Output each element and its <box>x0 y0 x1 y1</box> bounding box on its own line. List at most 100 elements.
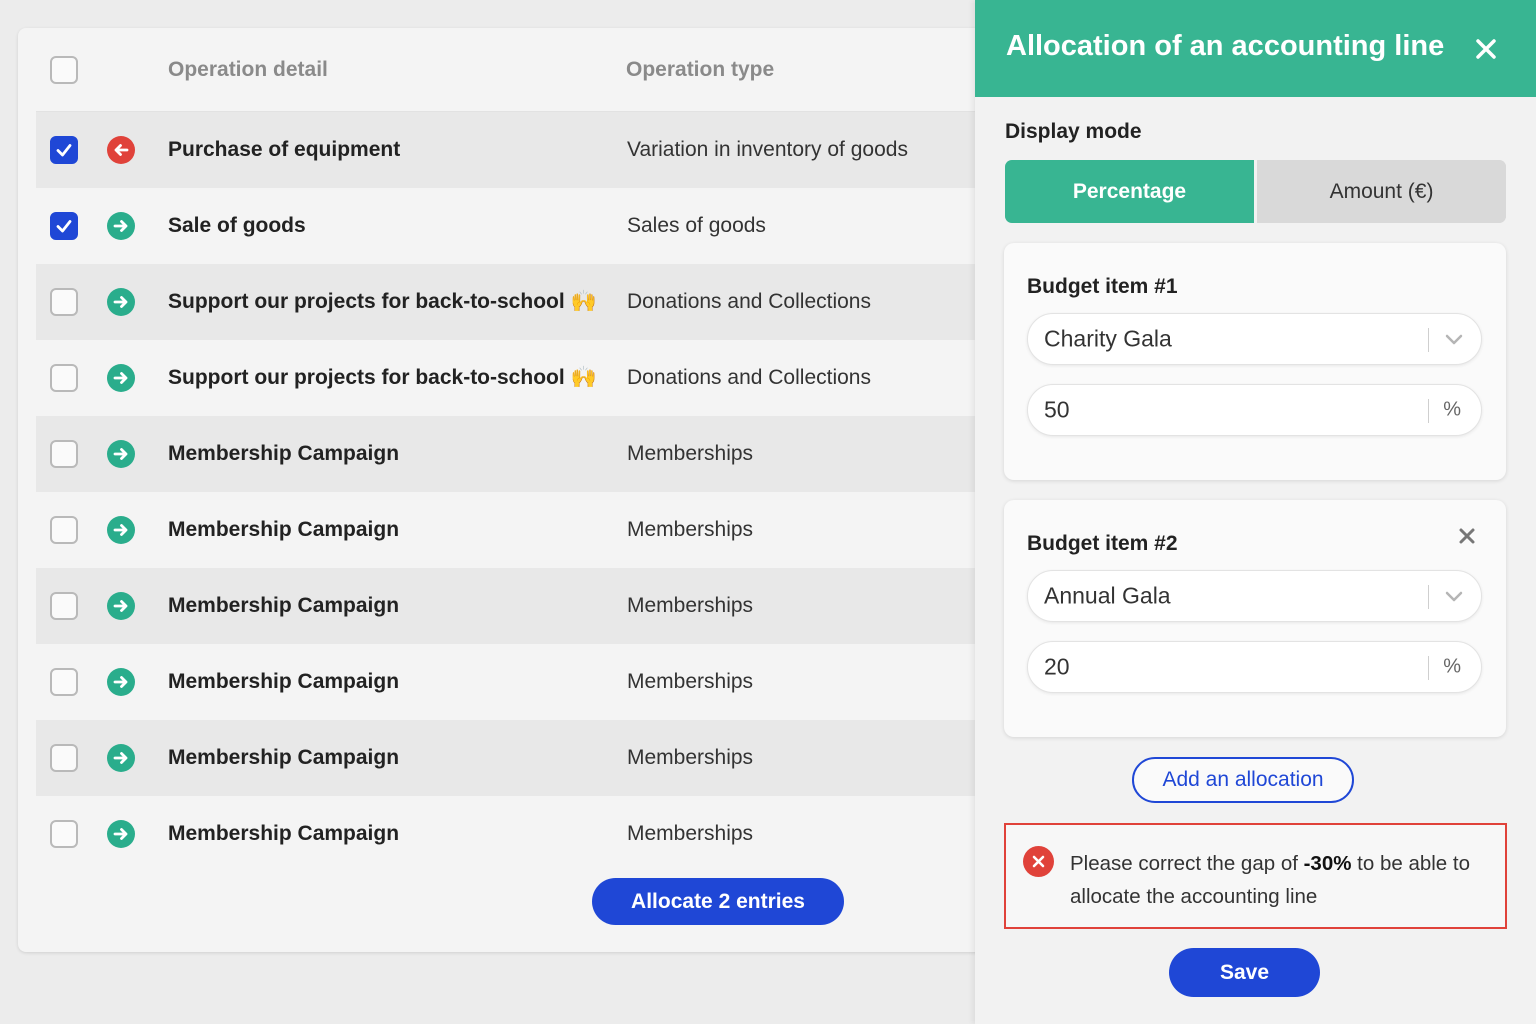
table-row[interactable]: Membership Campaign Memberships <box>36 796 996 872</box>
raised-hands-emoji: 🙌 <box>570 290 597 313</box>
operation-detail-text: Membership Campaign <box>168 442 400 465</box>
chevron-down-icon[interactable] <box>1445 590 1463 608</box>
table-body: Purchase of equipment Variation in invent… <box>36 112 996 872</box>
operation-detail: Membership Campaign <box>168 442 399 466</box>
select-all-checkbox[interactable] <box>50 55 78 84</box>
percent-suffix: % <box>1443 398 1461 421</box>
operation-type: Donations and Collections <box>627 290 871 313</box>
operation-detail: Sale of goods <box>168 214 306 238</box>
row-checkbox[interactable] <box>50 440 78 468</box>
row-checkbox[interactable] <box>50 136 78 164</box>
table-row[interactable]: Membership Campaign Memberships <box>36 568 996 644</box>
error-alert: Please correct the gap of -30% to be abl… <box>1004 823 1507 929</box>
percentage-value: 20 <box>1044 653 1070 680</box>
arrow-right-icon <box>107 440 135 468</box>
field-divider <box>1428 328 1429 352</box>
budget-select-value: Annual Gala <box>1044 582 1171 609</box>
budget-item-1: Budget item #1 Charity Gala 50 % <box>1004 243 1506 480</box>
operation-detail: Membership Campaign <box>168 518 399 542</box>
row-checkbox[interactable] <box>50 668 78 696</box>
operation-detail: Purchase of equipment <box>168 138 400 162</box>
field-divider <box>1428 399 1429 423</box>
operation-type: Donations and Collections <box>627 366 871 389</box>
mode-percentage-button[interactable]: Percentage <box>1005 160 1254 223</box>
arrow-right-icon <box>107 744 135 772</box>
operation-detail: Support our projects for back-to-school … <box>168 290 597 314</box>
budget-select[interactable]: Charity Gala <box>1027 313 1482 365</box>
arrow-right-icon <box>107 212 135 240</box>
close-icon[interactable] <box>1474 37 1498 61</box>
error-text-before: Please correct the gap of <box>1070 852 1304 875</box>
add-allocation-button[interactable]: Add an allocation <box>1132 757 1354 803</box>
header-operation-detail[interactable]: Operation detail <box>168 58 328 82</box>
display-mode-toggle: Percentage Amount (€) <box>1005 160 1506 223</box>
error-icon <box>1023 846 1054 877</box>
operation-detail-text: Membership Campaign <box>168 518 400 541</box>
operation-detail-text: Membership Campaign <box>168 594 400 617</box>
field-divider <box>1428 656 1429 680</box>
row-checkbox[interactable] <box>50 820 78 848</box>
operations-table: Operation detail Operation type Purchase… <box>36 28 996 872</box>
allocation-panel: Allocation of an accounting line Display… <box>975 0 1536 1024</box>
operation-type: Sales of goods <box>627 214 766 237</box>
operation-detail-text: Purchase of equipment <box>168 138 401 161</box>
table-row[interactable]: Support our projects for back-to-school … <box>36 264 996 340</box>
panel-title: Allocation of an accounting line <box>1006 30 1445 62</box>
row-checkbox[interactable] <box>50 212 78 240</box>
row-checkbox[interactable] <box>50 288 78 316</box>
operations-card: Operation detail Operation type Purchase… <box>18 28 1018 952</box>
operation-type: Memberships <box>627 670 754 693</box>
operation-type: Memberships <box>627 594 754 617</box>
raised-hands-emoji: 🙌 <box>570 366 597 389</box>
budget-item-title: Budget item #2 <box>1027 532 1178 555</box>
operation-detail: Membership Campaign <box>168 670 399 694</box>
budget-select-value: Charity Gala <box>1044 325 1172 352</box>
table-row[interactable]: Membership Campaign Memberships <box>36 416 996 492</box>
error-message: Please correct the gap of -30% to be abl… <box>1070 847 1490 913</box>
operation-type: Memberships <box>627 518 754 541</box>
table-row[interactable]: Membership Campaign Memberships <box>36 492 996 568</box>
panel-header: Allocation of an accounting line <box>975 0 1536 97</box>
table-row[interactable]: Support our projects for back-to-school … <box>36 340 996 416</box>
percentage-input[interactable]: 50 % <box>1027 384 1482 436</box>
operation-type: Memberships <box>627 822 754 845</box>
table-row[interactable]: Membership Campaign Memberships <box>36 720 996 796</box>
error-gap-value: -30% <box>1303 852 1352 875</box>
remove-budget-item-icon[interactable] <box>1458 527 1476 545</box>
operation-detail-text: Membership Campaign <box>168 670 400 693</box>
save-button[interactable]: Save <box>1169 948 1320 997</box>
percentage-value: 50 <box>1044 396 1070 423</box>
operation-detail-text: Support our projects for back-to-school <box>168 290 565 313</box>
budget-select[interactable]: Annual Gala <box>1027 570 1482 622</box>
percentage-input[interactable]: 20 % <box>1027 641 1482 693</box>
arrow-right-icon <box>107 668 135 696</box>
arrow-right-icon <box>107 288 135 316</box>
operation-detail-text: Membership Campaign <box>168 822 400 845</box>
table-row[interactable]: Membership Campaign Memberships <box>36 644 996 720</box>
operation-detail: Membership Campaign <box>168 746 399 770</box>
table-header: Operation detail Operation type <box>36 28 996 112</box>
operation-detail-text: Sale of goods <box>168 214 306 237</box>
operation-type: Memberships <box>627 442 754 465</box>
allocate-entries-button[interactable]: Allocate 2 entries <box>592 878 844 925</box>
field-divider <box>1428 585 1429 609</box>
row-checkbox[interactable] <box>50 592 78 620</box>
table-row[interactable]: Purchase of equipment Variation in invent… <box>36 112 996 188</box>
table-row[interactable]: Sale of goods Sales of goods <box>36 188 996 264</box>
row-checkbox[interactable] <box>50 364 78 392</box>
budget-item-2: Budget item #2 Annual Gala 20 % <box>1004 500 1506 737</box>
mode-amount-button[interactable]: Amount (€) <box>1254 160 1506 223</box>
chevron-down-icon[interactable] <box>1445 333 1463 351</box>
arrow-right-icon <box>107 516 135 544</box>
display-mode-label: Display mode <box>1005 120 1142 143</box>
arrow-left-icon <box>107 136 135 164</box>
arrow-right-icon <box>107 364 135 392</box>
operation-detail: Membership Campaign <box>168 822 399 846</box>
operation-detail: Support our projects for back-to-school … <box>168 366 597 390</box>
row-checkbox[interactable] <box>50 744 78 772</box>
operation-detail: Membership Campaign <box>168 594 399 618</box>
header-operation-type[interactable]: Operation type <box>626 58 774 82</box>
arrow-right-icon <box>107 820 135 848</box>
row-checkbox[interactable] <box>50 516 78 544</box>
arrow-right-icon <box>107 592 135 620</box>
